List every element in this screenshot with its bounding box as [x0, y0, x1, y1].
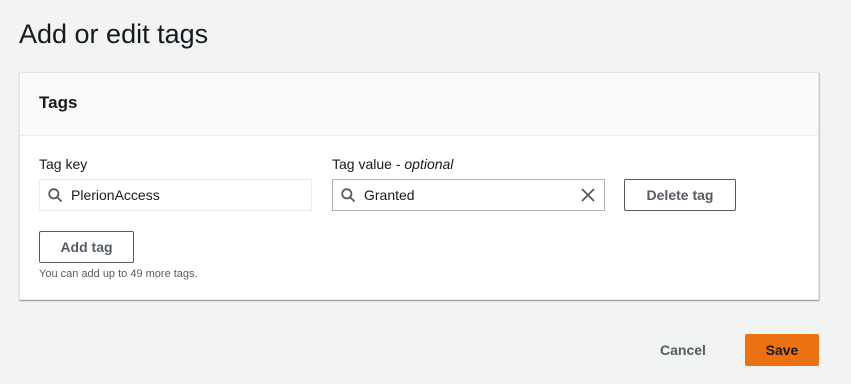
close-icon[interactable] [580, 187, 596, 203]
panel-title: Tags [39, 93, 78, 112]
optional-label: optional [404, 156, 454, 172]
delete-tag-button[interactable]: Delete tag [624, 179, 736, 211]
tag-key-field[interactable] [39, 179, 312, 211]
tag-value-label-text: Tag value - [332, 156, 405, 172]
panel-header: Tags [20, 73, 818, 136]
search-icon [341, 188, 355, 202]
search-icon [48, 188, 62, 202]
tag-key-input[interactable] [71, 186, 301, 204]
cancel-button[interactable]: Cancel [660, 334, 706, 366]
tag-key-label: Tag key [39, 156, 88, 172]
tag-value-field[interactable] [332, 179, 605, 211]
tag-value-label: Tag value - optional [332, 155, 453, 173]
tag-limit-hint: You can add up to 49 more tags. [39, 268, 198, 280]
save-button[interactable]: Save [745, 334, 819, 366]
tag-value-input[interactable] [364, 186, 564, 204]
tags-panel: Tags Tag key Tag value - optional Delete… [19, 72, 819, 300]
page-title: Add or edit tags [19, 19, 209, 49]
add-tag-button[interactable]: Add tag [39, 231, 134, 263]
